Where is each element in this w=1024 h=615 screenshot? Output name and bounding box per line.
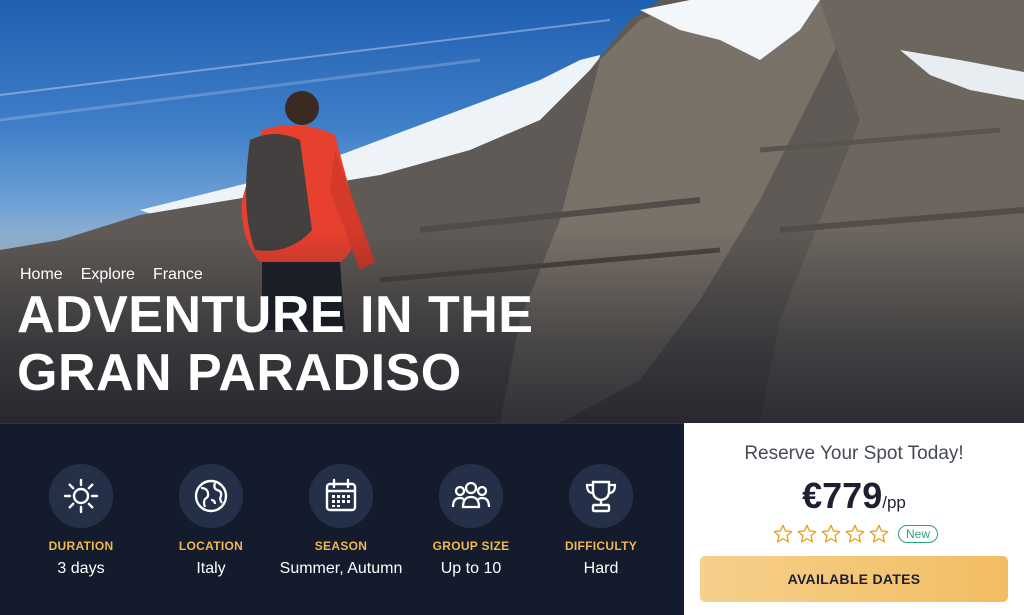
- breadcrumb-explore[interactable]: Explore: [81, 266, 135, 284]
- booking-panel: Reserve Your Spot Today! €779/pp New AVA…: [684, 423, 1024, 615]
- fact-season: SEASON Summer, Autumn: [276, 464, 406, 581]
- booking-heading: Reserve Your Spot Today!: [744, 443, 964, 464]
- rating: New: [772, 523, 939, 545]
- fact-label: LOCATION: [178, 539, 244, 553]
- fact-label: SEASON: [314, 539, 368, 553]
- trip-facts-bar: DURATION 3 days LOCATION Italy SEASON Su…: [0, 423, 684, 615]
- new-badge: New: [898, 525, 939, 543]
- hero-banner: Home Explore France ADVENTURE IN THE GRA…: [0, 0, 1024, 423]
- star-icon: [845, 524, 865, 543]
- available-dates-button[interactable]: AVAILABLE DATES: [700, 556, 1008, 602]
- fact-label: DURATION: [48, 539, 114, 553]
- fact-value: Hard: [583, 560, 619, 577]
- fact-location: LOCATION Italy: [146, 464, 276, 581]
- fact-duration: DURATION 3 days: [16, 464, 146, 581]
- fact-value: Italy: [196, 560, 226, 577]
- price-amount: €779: [802, 475, 883, 516]
- price: €779/pp: [684, 475, 1024, 517]
- fact-value: 3 days: [57, 560, 105, 577]
- sun-icon: [49, 464, 113, 528]
- trophy-icon: [569, 464, 633, 528]
- group-icon: [439, 464, 503, 528]
- star-icon: [773, 524, 793, 543]
- star-icon: [797, 524, 817, 543]
- fact-label: DIFFICULTY: [564, 539, 638, 553]
- calendar-icon: [309, 464, 373, 528]
- page-title: ADVENTURE IN THE GRAN PARADISO: [17, 286, 534, 402]
- star-icon: [869, 524, 889, 543]
- price-unit: /pp: [882, 493, 906, 512]
- fact-group-size: GROUP SIZE Up to 10: [406, 464, 536, 581]
- globe-icon: [179, 464, 243, 528]
- breadcrumb: Home Explore France: [20, 266, 203, 284]
- fact-label: GROUP SIZE: [432, 539, 510, 553]
- fact-difficulty: DIFFICULTY Hard: [536, 464, 666, 581]
- fact-value: Summer, Autumn: [279, 560, 403, 577]
- fact-value: Up to 10: [440, 560, 502, 577]
- breadcrumb-france[interactable]: France: [153, 266, 203, 284]
- breadcrumb-home[interactable]: Home: [20, 266, 63, 284]
- star-icon: [821, 524, 841, 543]
